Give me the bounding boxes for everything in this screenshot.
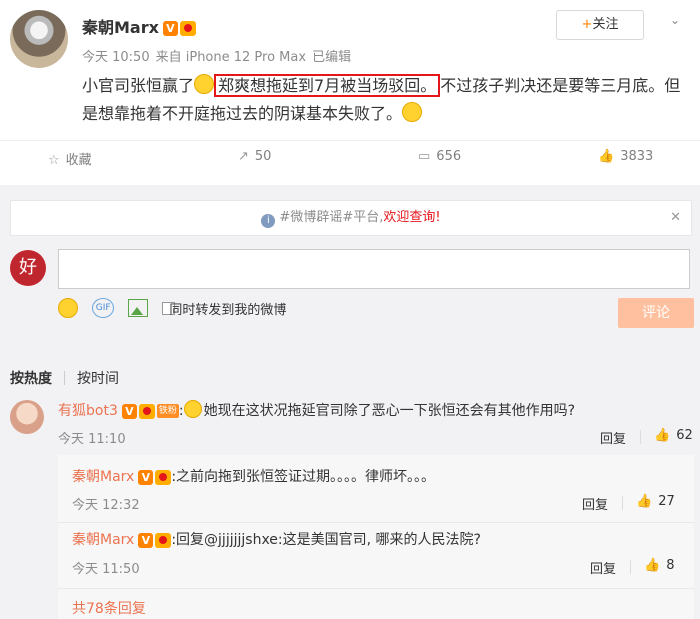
divider [640,430,641,444]
close-icon[interactable]: ✕ [670,201,681,235]
repost-count: 50 [254,149,272,164]
reply-time: 今天 12:32 [72,498,140,513]
fan-badge: 铁粉 [156,404,179,418]
comment-body: 有狐bot3 V 铁粉: 她现在这状况拖延官司除了恶心一下张恒还会有其他作用吗? [58,400,575,421]
comment-icon: ▭ [418,149,431,164]
reply-like-count: 27 [658,494,675,509]
grin-emoji-icon [194,74,215,94]
emoji-icon[interactable] [58,298,78,318]
post-card: 秦朝Marx V 今天 10:50 来自 iPhone 12 Pro Max 已编辑 … [0,0,700,185]
author-name[interactable]: 秦朝Marx V [82,14,196,38]
reply-body: 秦朝Marx V :之前向拖到张恒签证过期。。。。律师坏。。。 [72,467,435,487]
post-meta: 今天 10:50 来自 iPhone 12 Pro Max 已编辑 [82,46,357,65]
reply-text: :之前向拖到张恒签证过期。。。。律师坏。。。 [171,469,436,485]
author-name-text[interactable]: 秦朝Marx [82,18,159,37]
edited-label[interactable]: 已编辑 [312,50,351,65]
star-icon: ☆ [48,153,60,168]
reply-text: :回复@jjjjjjjshxe:这是美国官司, 哪来的人民法院? [171,532,481,548]
laugh-emoji-icon [402,102,423,122]
medal-icon [155,469,172,485]
comment-like-count: 62 [676,428,693,443]
verified-badge-icon: V [138,532,154,548]
reply-user[interactable]: 秦朝Marx [72,532,134,548]
plus-icon: + [581,17,593,32]
divider [622,496,623,510]
post-text-highlight: 郑爽想拖延到7月被当场驳回。 [214,74,441,97]
post-time[interactable]: 今天 10:50 [82,50,150,65]
my-avatar[interactable]: 好 [10,250,46,286]
comment-input[interactable] [58,249,690,289]
reply-like-button[interactable]: 👍 8 [644,558,674,573]
thumbs-up-icon: 👍 [654,428,671,443]
repost-button[interactable]: ↗ 50 [238,149,271,164]
reply-button[interactable]: 回复 [600,428,626,447]
rumor-notice[interactable]: i #微博辟谣#平台,欢迎查询! ✕ [10,200,692,236]
reply-button[interactable]: 回复 [582,494,608,513]
thumbs-up-icon: 👍 [598,149,615,164]
like-button[interactable]: 👍 3833 [598,149,653,164]
commenter-avatar[interactable] [10,400,44,434]
tab-sort-hot[interactable]: 按热度 [10,371,52,387]
follow-button[interactable]: +关注 [556,10,644,40]
repost-icon: ↗ [238,149,249,164]
follow-label: 关注 [592,17,619,32]
like-count: 3833 [620,149,654,164]
reply-button[interactable]: 回复 [590,558,616,577]
post-text-before: 小官司张恒赢了 [82,76,195,95]
favorite-label: 收藏 [65,153,92,168]
submit-comment-button[interactable]: 评论 [618,298,694,328]
reply-body: 秦朝Marx V :回复@jjjjjjjshxe:这是美国官司, 哪来的人民法院? [72,530,481,550]
emoji-icon [183,400,202,418]
gif-icon[interactable]: GIF [92,298,115,318]
reply-user[interactable]: 秦朝Marx [72,469,134,485]
verified-badge-icon: V [162,21,178,36]
post-source: 来自 iPhone 12 Pro Max [155,50,307,65]
post-actions: ☆ 收藏 ↗ 50 ▭ 656 👍 3833 [0,140,700,177]
comment-count: 656 [436,149,462,164]
composer-tools: GIF 同时转发到我的微博 [58,298,296,320]
repost-checkbox-label: 同时转发到我的微博 [169,302,287,318]
verified-badge-icon: V [138,469,154,485]
notice-highlight: 欢迎查询! [383,210,441,225]
comment-text: 她现在这状况拖延官司除了恶心一下张恒还会有其他作用吗? [203,403,576,419]
thumbs-up-icon: 👍 [636,494,653,509]
favorite-button[interactable]: ☆ 收藏 [48,149,92,168]
chevron-down-icon[interactable]: ⌄ [670,13,680,27]
comment-button[interactable]: ▭ 656 [418,149,461,164]
tab-divider [64,371,65,385]
comment-like-button[interactable]: 👍 62 [654,428,693,443]
tab-sort-time[interactable]: 按时间 [77,371,119,387]
author-avatar[interactable] [10,10,68,68]
comment-time: 今天 11:10 [58,432,126,447]
comment-sort-tabs: 按热度 按时间 [10,368,119,388]
reply-separator [58,588,694,589]
verified-badge-icon: V [121,403,137,419]
post-text: 小官司张恒赢了 郑爽想拖延到7月被当场驳回。 不过孩子判决还是要等三月底。但是想靠拖… [82,72,692,128]
reply-time: 今天 11:50 [72,562,140,577]
reply-separator [58,522,694,523]
medal-icon [138,403,155,419]
info-icon: i [261,214,276,228]
image-icon[interactable] [128,299,149,317]
medal-icon [155,532,172,548]
reply-like-button[interactable]: 👍 27 [636,494,675,509]
divider [630,560,631,574]
more-replies-link[interactable]: 共78条回复 [72,598,146,618]
reply-like-count: 8 [666,558,675,573]
commenter-name[interactable]: 有狐bot3 [58,403,118,419]
medal-icon [179,21,196,36]
thumbs-up-icon: 👍 [644,558,661,573]
notice-text: #微博辟谣#平台, [279,210,384,225]
